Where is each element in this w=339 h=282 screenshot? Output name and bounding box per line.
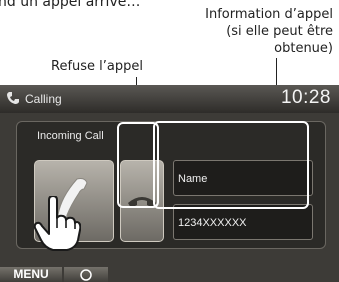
- annotation-call-information: Information d’appel (si elle peut être o…: [205, 7, 333, 56]
- home-button[interactable]: [64, 267, 108, 282]
- pointing-hand-icon: [33, 196, 81, 251]
- callout-info-outline: [153, 121, 309, 209]
- home-icon: [80, 269, 92, 281]
- page-heading-fragment: nd un appel arrive…: [0, 0, 141, 10]
- caller-number-field: 1234XXXXXX: [173, 204, 313, 240]
- phone-handset-icon: [6, 91, 20, 105]
- annotation-refuse-call: Refuse l’appel: [51, 59, 143, 74]
- menu-button[interactable]: MENU: [0, 267, 62, 282]
- status-bar: Calling 10:28: [0, 85, 339, 113]
- clock-time: 10:28: [280, 87, 331, 108]
- bottom-bar: MENU: [0, 267, 339, 282]
- incoming-call-label: Incoming Call: [37, 130, 104, 142]
- screen-title: Calling: [25, 92, 62, 106]
